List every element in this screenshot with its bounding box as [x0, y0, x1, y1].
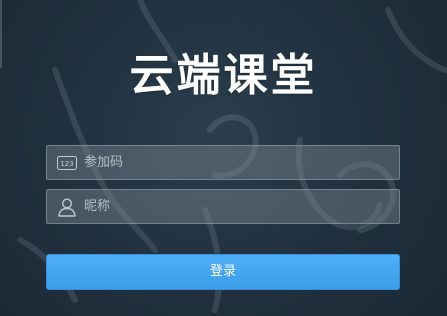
class-code-field[interactable]: 123 — [46, 145, 400, 180]
user-icon — [47, 190, 87, 223]
nickname-input[interactable] — [84, 190, 399, 223]
nickname-field[interactable] — [46, 189, 400, 224]
login-button[interactable]: 登录 — [46, 254, 400, 290]
class-code-input[interactable] — [84, 146, 399, 179]
number-123-icon: 123 — [47, 146, 87, 179]
login-screen: 云端课堂 123 登录 — [0, 0, 447, 316]
app-logo: 云端课堂 — [129, 50, 318, 101]
number-icon-text: 123 — [60, 160, 73, 168]
